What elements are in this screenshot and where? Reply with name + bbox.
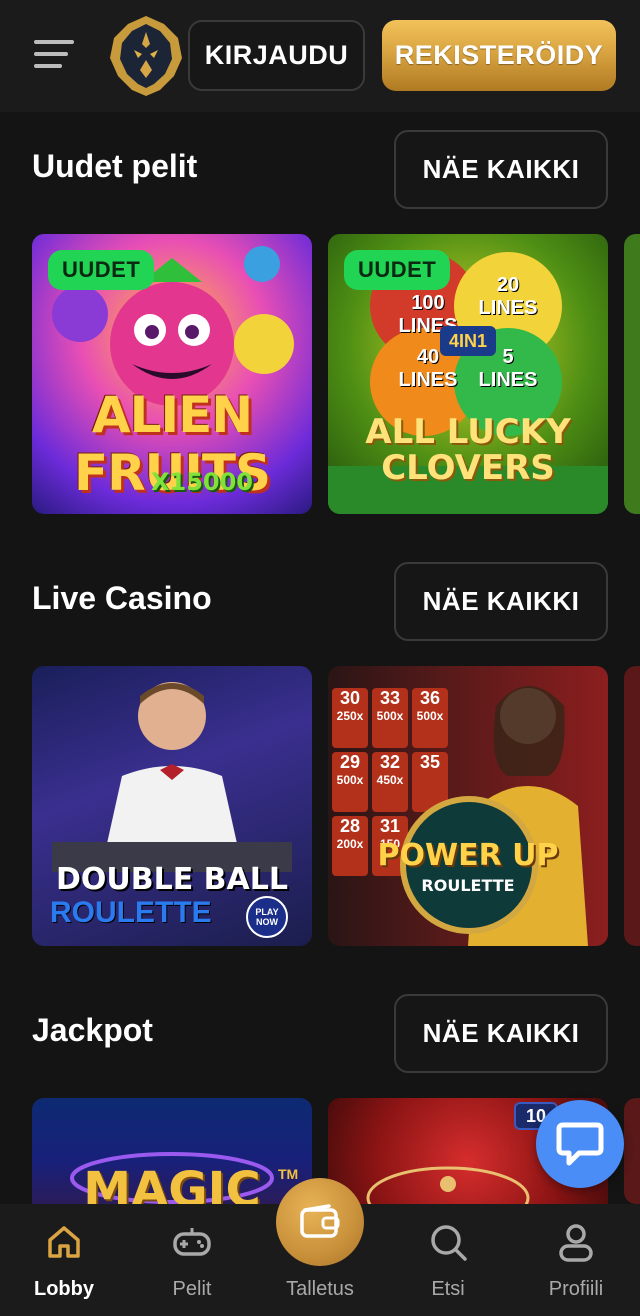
section-title-new-games: Uudet pelit bbox=[32, 148, 198, 184]
clover-title: ALL LUCKY CLOVERS bbox=[365, 412, 571, 488]
wallet-icon bbox=[300, 1204, 340, 1238]
nav-label: Lobby bbox=[34, 1278, 94, 1300]
register-button[interactable]: REKISTERÖIDY bbox=[382, 20, 616, 91]
nav-label: Pelit bbox=[172, 1278, 212, 1300]
game-tile-magic[interactable]: MAGIC TM bbox=[32, 1098, 312, 1204]
clover-lines-label: 20 LINES bbox=[478, 274, 538, 319]
nav-label: Etsi bbox=[431, 1278, 465, 1300]
play-now-badge: PLAY NOW bbox=[246, 896, 288, 938]
nav-label: Talletus bbox=[286, 1278, 354, 1300]
new-badge: UUDET bbox=[48, 250, 155, 290]
see-all-jackpot-button[interactable]: NÄE KAIKKI bbox=[394, 994, 608, 1073]
nav-label: Profiili bbox=[548, 1278, 604, 1300]
gamepad-icon bbox=[173, 1228, 211, 1256]
new-badge: UUDET bbox=[344, 250, 451, 290]
home-icon bbox=[48, 1226, 80, 1258]
lion-logo-icon[interactable] bbox=[108, 14, 184, 98]
power-up-title: POWER UP bbox=[377, 838, 559, 873]
double-ball-title: DOUBLE BALL bbox=[55, 862, 288, 897]
search-icon bbox=[431, 1225, 467, 1261]
nav-item-lobby[interactable]: Lobby bbox=[0, 1204, 128, 1316]
top-header: KIRJAUDU REKISTERÖIDY bbox=[0, 0, 640, 112]
nav-item-games[interactable]: Pelit bbox=[128, 1204, 256, 1316]
game-tile-power-up-roulette[interactable]: 30 250x 33 500x 36 500x 29 500x 32 450x 35 28… bbox=[328, 666, 608, 946]
deposit-button[interactable] bbox=[276, 1178, 364, 1266]
double-ball-subtitle: ROULETTE bbox=[50, 896, 212, 929]
game-tile-all-lucky-clovers[interactable]: UUDET 100 LINES 20 LINES 40 LINES 5 LINE… bbox=[328, 234, 608, 514]
clover-4in1-label: 4IN1 bbox=[440, 326, 496, 356]
hamburger-menu-icon[interactable] bbox=[34, 38, 78, 70]
see-all-new-games-button[interactable]: NÄE KAIKKI bbox=[394, 130, 608, 209]
nav-item-search[interactable]: Etsi bbox=[384, 1204, 512, 1316]
game-tile-partial[interactable] bbox=[624, 1098, 640, 1204]
nav-item-profile[interactable]: Profiili bbox=[512, 1204, 640, 1316]
user-icon bbox=[559, 1224, 593, 1262]
game-tile-alien-fruits[interactable]: UUDET ALIEN FRUITS X15000 bbox=[32, 234, 312, 514]
game-tile-partial[interactable] bbox=[624, 234, 640, 514]
alien-fruits-multiplier: X15000 bbox=[151, 468, 253, 496]
see-all-live-casino-button[interactable]: NÄE KAIKKI bbox=[394, 562, 608, 641]
section-title-live-casino: Live Casino bbox=[32, 580, 212, 616]
magic-title: MAGIC bbox=[83, 1162, 261, 1204]
power-up-subtitle: ROULETTE bbox=[421, 876, 515, 895]
game-tile-partial[interactable] bbox=[624, 666, 640, 946]
section-title-jackpot: Jackpot bbox=[32, 1012, 153, 1048]
game-tile-double-ball-roulette[interactable]: DOUBLE BALL ROULETTE PLAY NOW bbox=[32, 666, 312, 946]
chat-bubble-icon[interactable] bbox=[536, 1100, 624, 1188]
login-button[interactable]: KIRJAUDU bbox=[188, 20, 365, 91]
magic-trademark: TM bbox=[278, 1166, 299, 1182]
